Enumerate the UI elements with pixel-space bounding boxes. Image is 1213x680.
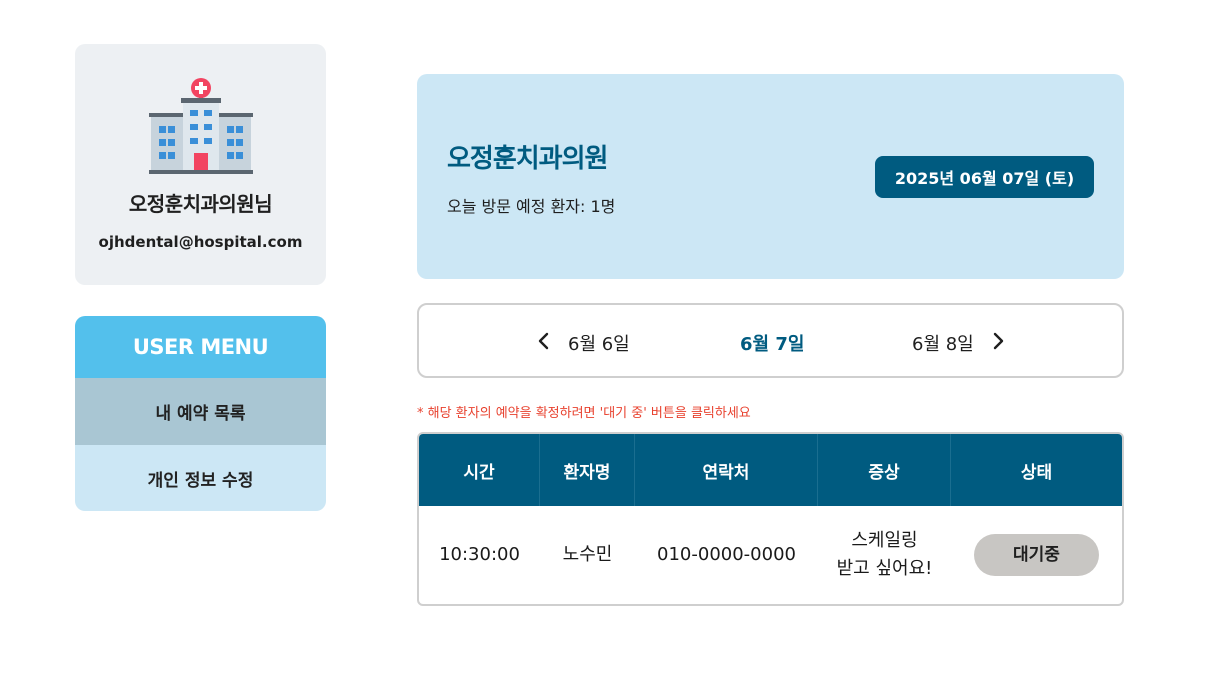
status-pending-button[interactable]: 대기중 <box>974 534 1099 576</box>
header-patient: 환자명 <box>540 434 635 506</box>
reservation-table: 시간 환자명 연락처 증상 상태 10:30:00 노수민 010-0000-0… <box>417 432 1124 606</box>
chevron-left-icon[interactable] <box>531 328 555 354</box>
cell-phone: 010-0000-0000 <box>657 544 796 565</box>
clinic-name: 오정훈치과의원님 <box>128 192 273 216</box>
table-row: 10:30:00 노수민 010-0000-0000 스케일링 받고 싶어요! … <box>419 506 1122 604</box>
user-menu-title: USER MENU <box>75 316 326 378</box>
profile-card: 오정훈치과의원님 ojhdental@hospital.com <box>75 44 326 285</box>
header-phone: 연락처 <box>635 434 818 506</box>
header-banner: 오정훈치과의원 오늘 방문 예정 환자: 1명 2025년 06월 07일 (토… <box>417 74 1124 279</box>
header-status: 상태 <box>1020 462 1053 483</box>
clinic-email: ojhdental@hospital.com <box>98 233 303 251</box>
hospital-icon <box>149 78 253 174</box>
cell-status: 대기중 <box>951 506 1122 604</box>
current-day: 6월 7일 <box>740 334 805 355</box>
user-menu: USER MENU 내 예약 목록 개인 정보 수정 <box>75 316 326 511</box>
confirm-notice: * 해당 환자의 예약을 확정하려면 '대기 중' 버튼을 클릭하세요 <box>417 406 751 421</box>
menu-item-my-reservations[interactable]: 내 예약 목록 <box>75 378 326 445</box>
prev-day-button[interactable]: 6월 6일 <box>568 330 630 356</box>
next-day-button[interactable]: 6월 8일 <box>912 330 974 356</box>
date-badge: 2025년 06월 07일 (토) <box>875 156 1094 198</box>
table-header: 시간 환자명 연락처 증상 상태 <box>419 434 1122 506</box>
header-time: 시간 <box>419 434 540 506</box>
cell-time: 10:30:00 <box>439 544 520 565</box>
today-patient-count: 오늘 방문 예정 환자: 1명 <box>447 197 616 216</box>
cell-patient: 노수민 <box>562 544 613 565</box>
cell-symptom-wrap: 스케일링 받고 싶어요! <box>818 506 951 604</box>
menu-item-edit-profile[interactable]: 개인 정보 수정 <box>75 445 326 511</box>
date-navigator: 6월 6일 6월 7일 6월 8일 <box>417 303 1124 378</box>
cell-symptom: 스케일링 받고 싶어요! <box>836 530 933 579</box>
chevron-right-icon[interactable] <box>987 328 1011 354</box>
page-title: 오정훈치과의원 <box>447 144 608 174</box>
header-symptom: 증상 <box>818 434 951 506</box>
